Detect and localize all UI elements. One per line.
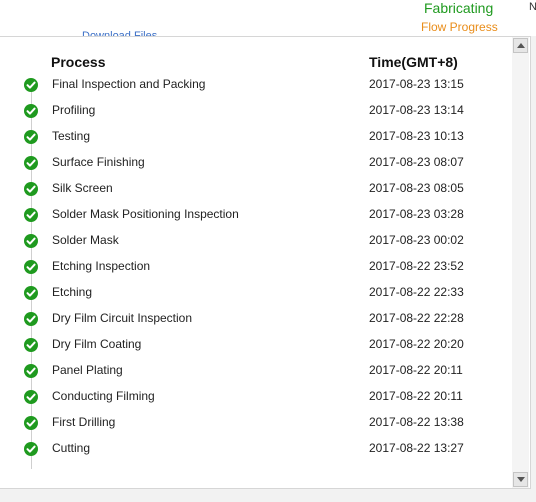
table-row: Silk Screen 2017-08-23 08:05	[0, 178, 512, 204]
process-name: Silk Screen	[52, 181, 113, 195]
check-circle-icon	[24, 104, 38, 118]
process-time: 2017-08-22 20:20	[369, 337, 464, 351]
process-name: Etching Inspection	[52, 259, 151, 273]
process-time: 2017-08-22 22:33	[369, 285, 464, 299]
check-circle-icon	[24, 130, 38, 144]
process-name: Dry Film Coating	[52, 337, 142, 351]
check-circle-icon	[24, 338, 38, 352]
check-circle-icon	[24, 182, 38, 196]
arrow-up-icon	[517, 43, 525, 48]
check-circle-icon	[24, 416, 38, 430]
process-time: 2017-08-23 13:15	[369, 77, 464, 91]
process-time: 2017-08-23 10:13	[369, 129, 464, 143]
table-row: Final Inspection and Packing 2017-08-23 1…	[0, 74, 512, 100]
table-row: First Drilling 2017-08-22 13:38	[0, 412, 512, 438]
check-circle-icon	[24, 312, 38, 326]
process-rows: Final Inspection and Packing 2017-08-23 1…	[0, 74, 512, 464]
check-circle-icon	[24, 78, 38, 92]
process-name: Testing	[52, 129, 91, 143]
table-row: Etching Inspection 2017-08-22 23:52	[0, 256, 512, 282]
check-circle-icon	[24, 442, 38, 456]
vertical-scrollbar[interactable]	[512, 37, 529, 488]
table-row: Testing 2017-08-23 10:13	[0, 126, 512, 152]
time-column-header: Time(GMT+8)	[369, 54, 458, 70]
table-row: Panel Plating 2017-08-22 20:11	[0, 360, 512, 386]
check-circle-icon	[24, 286, 38, 300]
process-name: Solder Mask Positioning Inspection	[52, 207, 239, 221]
table-row: Profiling 2017-08-23 13:14	[0, 100, 512, 126]
scroll-up-button[interactable]	[513, 38, 528, 53]
scroll-down-button[interactable]	[513, 472, 528, 487]
process-name: Final Inspection and Packing	[52, 77, 206, 91]
table-row: Conducting Filming 2017-08-22 20:11	[0, 386, 512, 412]
table-row: Cutting 2017-08-22 13:27	[0, 438, 512, 464]
flow-progress-popup: Process Time(GMT+8) Final Inspection and…	[0, 36, 531, 489]
process-name: Panel Plating	[52, 363, 123, 377]
process-name: First Drilling	[52, 415, 116, 429]
check-circle-icon	[24, 260, 38, 274]
table-row: Dry Film Circuit Inspection 2017-08-22 22…	[0, 308, 512, 334]
process-time: 2017-08-22 13:27	[369, 441, 464, 455]
process-name: Etching	[52, 285, 93, 299]
process-name: Solder Mask	[52, 233, 119, 247]
process-column-header: Process	[51, 54, 106, 70]
process-name: Surface Finishing	[52, 155, 145, 169]
table-row: Surface Finishing 2017-08-23 08:07	[0, 152, 512, 178]
flow-progress-link[interactable]: Flow Progress	[421, 20, 498, 34]
process-name: Dry Film Circuit Inspection	[52, 311, 193, 325]
flow-progress-table: Process Time(GMT+8) Final Inspection and…	[0, 37, 512, 488]
process-time: 2017-08-22 23:52	[369, 259, 464, 273]
process-time: 2017-08-23 13:14	[369, 103, 464, 117]
process-time: 2017-08-22 20:11	[369, 389, 463, 403]
process-name: Cutting	[52, 441, 91, 455]
process-time: 2017-08-23 03:28	[369, 207, 464, 221]
arrow-down-icon	[517, 477, 525, 482]
check-circle-icon	[24, 234, 38, 248]
check-circle-icon	[24, 156, 38, 170]
process-time: 2017-08-23 08:07	[369, 155, 464, 169]
check-circle-icon	[24, 390, 38, 404]
truncated-label: N	[529, 1, 536, 13]
check-circle-icon	[24, 208, 38, 222]
table-row: Dry Film Coating 2017-08-22 20:20	[0, 334, 512, 360]
process-time: 2017-08-23 08:05	[369, 181, 464, 195]
process-name: Conducting Filming	[52, 389, 155, 403]
table-row: Solder Mask 2017-08-23 00:02	[0, 230, 512, 256]
process-name: Profiling	[52, 103, 96, 117]
process-time: 2017-08-23 00:02	[369, 233, 464, 247]
process-time: 2017-08-22 20:11	[369, 363, 463, 377]
process-time: 2017-08-22 13:38	[369, 415, 464, 429]
table-row: Etching 2017-08-22 22:33	[0, 282, 512, 308]
check-circle-icon	[24, 364, 38, 378]
top-bar: Download Files Fabricating Flow Progress…	[0, 0, 536, 36]
order-status: Fabricating	[424, 0, 494, 16]
table-row: Solder Mask Positioning Inspection 2017-0…	[0, 204, 512, 230]
process-time: 2017-08-22 22:28	[369, 311, 464, 325]
